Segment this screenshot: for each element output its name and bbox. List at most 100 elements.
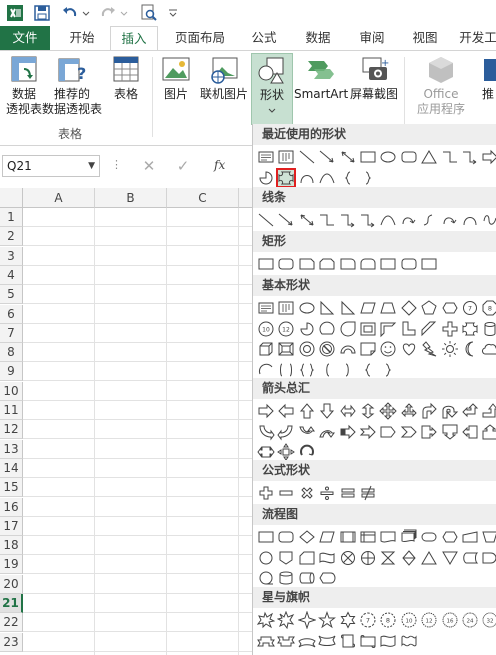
- tab-developer[interactable]: 开发工: [458, 26, 496, 50]
- row-header-2[interactable]: 2: [0, 227, 23, 247]
- table-row[interactable]: [23, 440, 252, 459]
- rtri-shape-icon[interactable]: [339, 299, 357, 317]
- table-row[interactable]: [23, 343, 252, 363]
- oval-shape-icon[interactable]: [379, 148, 397, 166]
- manualop-shape-icon[interactable]: [481, 528, 496, 546]
- table-row[interactable]: [23, 555, 252, 575]
- row-header-9[interactable]: 9: [0, 362, 23, 382]
- lightning-shape-icon[interactable]: [420, 340, 438, 358]
- foldcorner-shape-icon[interactable]: [359, 340, 377, 358]
- row-header-8[interactable]: 8: [0, 343, 23, 363]
- table-row[interactable]: [23, 401, 252, 420]
- leftup-shape-icon[interactable]: [461, 402, 479, 420]
- punchtape-shape-icon[interactable]: [318, 549, 336, 567]
- table-row[interactable]: [23, 594, 252, 613]
- rbrace-shape-icon[interactable]: [379, 361, 397, 379]
- arc-shape-icon[interactable]: [298, 169, 316, 187]
- selected-plaque-shape-icon[interactable]: [276, 167, 297, 188]
- curvribbondown-shape-icon[interactable]: [318, 632, 336, 650]
- row-header-12[interactable]: 12: [0, 420, 23, 440]
- elbow-shape-icon[interactable]: [441, 148, 459, 166]
- table-row[interactable]: [23, 285, 252, 305]
- bentarrow-shape-icon[interactable]: [420, 402, 438, 420]
- can-shape-icon[interactable]: [481, 320, 496, 338]
- round2-shape-icon[interactable]: [359, 255, 377, 273]
- star32-shape-icon[interactable]: 32: [481, 611, 496, 629]
- dodec-shape-icon[interactable]: 12: [277, 320, 295, 338]
- donut-shape-icon[interactable]: [298, 340, 316, 358]
- office-apps-button[interactable]: Office 应用程序: [410, 55, 472, 117]
- row-header-16[interactable]: 16: [0, 497, 23, 517]
- table-row[interactable]: [23, 633, 252, 652]
- dblarrow-shape-icon[interactable]: [298, 211, 316, 229]
- quadarrow-shape-icon[interactable]: [379, 402, 398, 420]
- table-row[interactable]: [23, 305, 252, 324]
- star8-shape-icon[interactable]: 8: [379, 611, 397, 629]
- screenshot-button[interactable]: + 屏幕截图: [348, 55, 400, 102]
- data-shape-icon[interactable]: [318, 528, 336, 546]
- udarrow-shape-icon[interactable]: [359, 402, 377, 420]
- table-row[interactable]: [23, 498, 252, 517]
- row-header-21[interactable]: 21: [0, 594, 23, 613]
- explosion2-shape-icon[interactable]: [277, 611, 295, 629]
- snip2-shape-icon[interactable]: [318, 255, 336, 273]
- card-shape-icon[interactable]: [298, 549, 316, 567]
- table-row[interactable]: [23, 459, 252, 478]
- row-header-23[interactable]: 23: [0, 632, 23, 652]
- parallelogram-shape-icon[interactable]: [359, 299, 377, 317]
- lbracket-shape-icon[interactable]: [318, 361, 336, 379]
- line-shape-icon[interactable]: [298, 148, 316, 166]
- larrow-shape-icon[interactable]: [277, 402, 295, 420]
- uturn-shape-icon[interactable]: [441, 402, 459, 420]
- column-header-a[interactable]: A: [23, 188, 95, 208]
- column-header-c[interactable]: C: [167, 188, 239, 208]
- wave-shape-icon[interactable]: [379, 632, 397, 650]
- process-shape-icon[interactable]: [257, 528, 275, 546]
- uarrow-shape-icon[interactable]: [298, 402, 316, 420]
- rbracket-shape-icon[interactable]: [339, 361, 357, 379]
- internal-shape-icon[interactable]: [359, 528, 377, 546]
- stripedr-shape-icon[interactable]: [339, 423, 357, 441]
- print-preview-icon[interactable]: [140, 4, 158, 22]
- circarrow-shape-icon[interactable]: [298, 443, 316, 461]
- trapezoid-shape-icon[interactable]: [379, 299, 397, 317]
- hscroll-shape-icon[interactable]: [359, 632, 377, 650]
- undo-icon[interactable]: [62, 4, 78, 22]
- picture-button[interactable]: 图片: [158, 55, 194, 102]
- lrcallout-shape-icon[interactable]: [257, 443, 275, 461]
- curvedl-shape-icon[interactable]: [277, 423, 295, 441]
- table-row[interactable]: [23, 266, 252, 285]
- save-icon[interactable]: [34, 4, 50, 22]
- arc-shape-icon[interactable]: [461, 211, 479, 229]
- rcallout-shape-icon[interactable]: [420, 423, 438, 441]
- row-header-7[interactable]: 7: [0, 323, 23, 343]
- table-row[interactable]: [23, 575, 252, 594]
- rbrace-shape-icon[interactable]: [359, 169, 377, 187]
- lrup-shape-icon[interactable]: [400, 402, 418, 420]
- tab-data[interactable]: 数据: [298, 26, 338, 50]
- rrect-shape-icon[interactable]: [277, 255, 295, 273]
- vtextbox-shape-icon[interactable]: [277, 148, 295, 166]
- magdisk-shape-icon[interactable]: [277, 569, 295, 587]
- rect-shape-icon[interactable]: [257, 255, 275, 273]
- tab-page-layout[interactable]: 页面布局: [168, 26, 232, 50]
- line-shape-icon[interactable]: [257, 211, 275, 229]
- row-header-4[interactable]: 4: [0, 265, 23, 285]
- star12-shape-icon[interactable]: 12: [420, 611, 438, 629]
- curvearrow-shape-icon[interactable]: [400, 211, 418, 229]
- online-picture-button[interactable]: 联机图片: [198, 55, 250, 102]
- star5-shape-icon[interactable]: [318, 611, 337, 629]
- seqaccess-shape-icon[interactable]: [257, 569, 275, 587]
- cross-shape-icon[interactable]: [441, 320, 459, 338]
- rrect-shape-icon[interactable]: [400, 148, 418, 166]
- spreadsheet-grid[interactable]: A B C 1 2 3 4 5 6 7 8 9 10 11 12 13 14 15 16 17 18 19 20 21 22 23: [0, 188, 252, 655]
- select-all-corner[interactable]: [0, 188, 23, 208]
- arrowline-shape-icon[interactable]: [318, 148, 336, 166]
- sun-shape-icon[interactable]: [441, 340, 459, 358]
- arrowline-shape-icon[interactable]: [277, 211, 295, 229]
- bevel-shape-icon[interactable]: [277, 340, 295, 358]
- ucallout-shape-icon[interactable]: [481, 423, 496, 441]
- chevron-shape-icon[interactable]: [400, 423, 418, 441]
- row-header-10[interactable]: 10: [0, 381, 23, 401]
- rrect-shape-icon[interactable]: [400, 255, 418, 273]
